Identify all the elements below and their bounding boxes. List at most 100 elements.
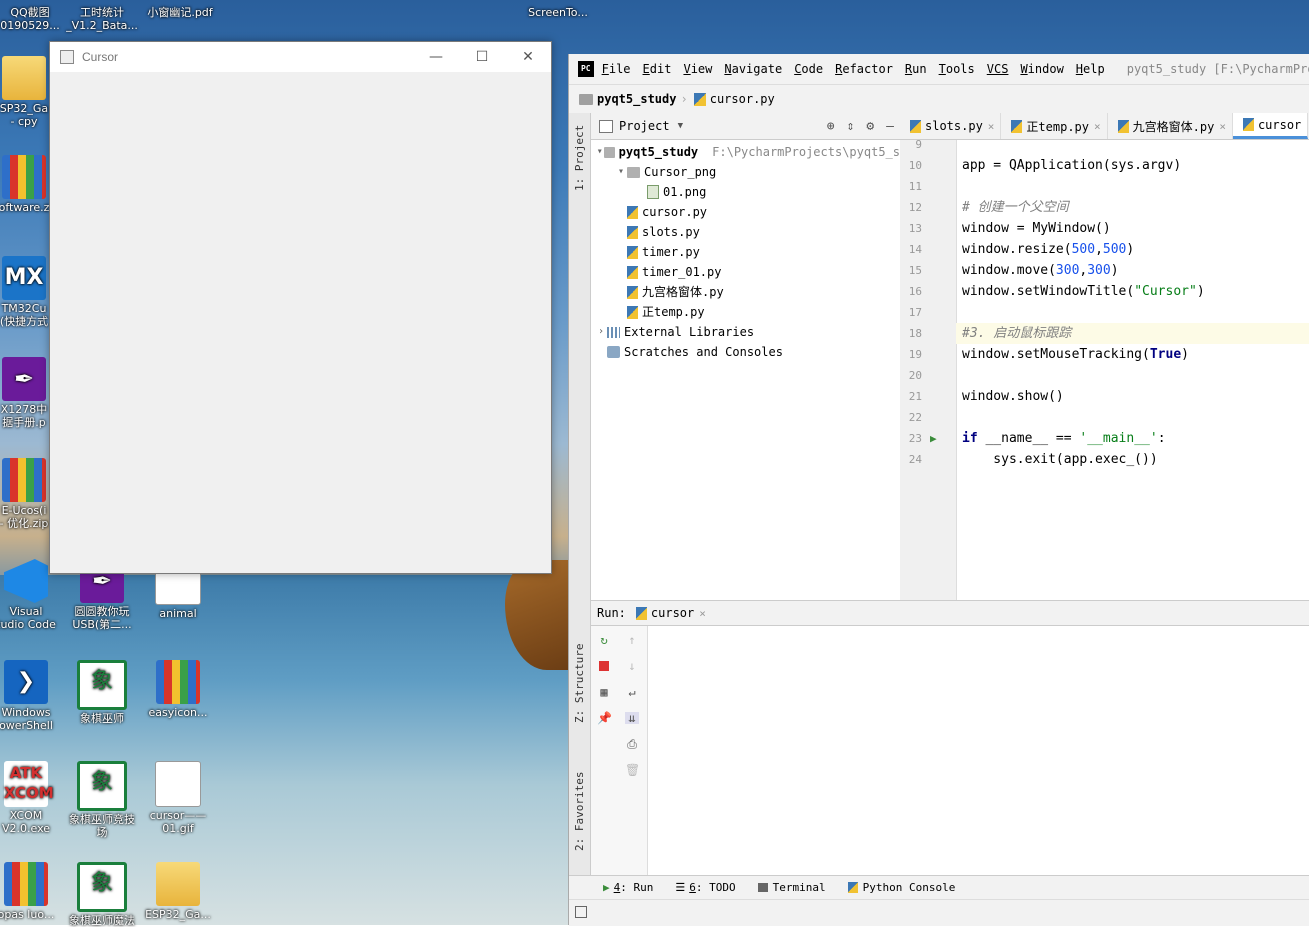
menu-refactor[interactable]: Refactor (835, 62, 893, 76)
cursor-window-client-area[interactable] (50, 72, 551, 572)
tree-item[interactable]: 01.png (591, 182, 900, 202)
editor-tab[interactable]: 九宫格窗体.py × (1108, 113, 1233, 139)
collapse-all-icon[interactable]: ⇕ (847, 119, 855, 134)
menu-window[interactable]: Window (1020, 62, 1063, 76)
desktop-icon-opas-zip[interactable]: opas luo... (0, 862, 62, 921)
toggle-tool-windows-icon[interactable] (575, 906, 587, 918)
trash-icon[interactable]: 🗑 (625, 764, 640, 776)
tool-tab-python-console[interactable]: Python Console (847, 881, 955, 894)
layout-icon[interactable]: ▦ (597, 686, 611, 698)
desktop-icon-xiangqi-arena[interactable]: 象 象棋巫师竞技 场 (66, 761, 138, 839)
code-line[interactable]: window.show() (962, 386, 1064, 407)
code-line[interactable]: app = QApplication(sys.argv) (962, 155, 1181, 176)
desktop-icon-cursor-gif[interactable]: cursor—— 01.gif (142, 761, 214, 835)
arrow-up-icon[interactable]: ↑ (625, 634, 639, 646)
code-token: window = MyWindow() (962, 221, 1111, 236)
run-tab-cursor[interactable]: cursor × (626, 600, 712, 626)
menu-file[interactable]: File (602, 62, 631, 76)
menu-tools[interactable]: Tools (939, 62, 975, 76)
desktop-icon-timesheet[interactable]: 工时统计 _V1.2_Bata... (66, 6, 138, 32)
desktop-icon-powershell[interactable]: ❯ Windows owerShell (0, 660, 62, 732)
close-icon[interactable]: × (1094, 120, 1101, 133)
chevron-down-icon[interactable]: ▼ (678, 121, 683, 131)
tree-item[interactable]: cursor.py (591, 202, 900, 222)
tool-tab-terminal[interactable]: Terminal (757, 881, 826, 894)
code-line[interactable]: window.resize(500,500) (962, 239, 1134, 260)
desktop-icon-xcom[interactable]: ATK XCOM XCOM V2.0.exe (0, 761, 62, 835)
menu-help[interactable]: Help (1076, 62, 1105, 76)
rerun-icon[interactable]: ↻ (597, 634, 611, 646)
minimize-button[interactable]: — (413, 42, 459, 72)
tree-item-label: 正temp.py (642, 305, 705, 319)
code-line[interactable]: window.setWindowTitle("Cursor") (962, 281, 1205, 302)
project-view-selector[interactable]: Project (619, 119, 670, 133)
pin-icon[interactable]: 📌 (597, 712, 612, 724)
tree-item[interactable]: 九宫格窗体.py (591, 282, 900, 302)
desktop-icon-screento[interactable]: ScreenTo... (522, 6, 594, 19)
tree-item[interactable]: ▾ Cursor_png (591, 162, 900, 182)
arrow-down-icon[interactable]: ↓ (625, 660, 639, 672)
structure-tool-tab[interactable]: Z: Structure (573, 633, 586, 723)
pycharm-window[interactable]: PC File Edit View Navigate Code Refactor… (568, 54, 1309, 926)
code-line[interactable]: sys.exit(app.exec_()) (962, 449, 1157, 470)
tree-item[interactable]: timer_01.py (591, 262, 900, 282)
tree-item[interactable]: ▾ pyqt5_study F:\PycharmProjects\pyqt5_s (591, 142, 900, 162)
breadcrumb-file[interactable]: cursor.py (710, 92, 775, 106)
project-tool-tab[interactable]: 1: Project (573, 121, 586, 191)
cursor-window-titlebar[interactable]: Cursor — ☐ ✕ (50, 42, 551, 72)
menu-edit[interactable]: Edit (643, 62, 672, 76)
desktop-icon-pdf[interactable]: 小窗幽记.pdf (140, 6, 220, 19)
tree-item[interactable]: › External Libraries (591, 322, 900, 342)
tree-item[interactable]: Scratches and Consoles (591, 342, 900, 362)
desktop-icon-easyicon[interactable]: easyicon... (142, 660, 214, 719)
menu-view[interactable]: View (683, 62, 712, 76)
desktop-icon-qq-screenshot[interactable]: QQ截图 0190529... (0, 6, 66, 32)
menu-run[interactable]: Run (905, 62, 927, 76)
code-line[interactable]: # 创建一个父空间 (962, 197, 1069, 218)
breadcrumb-project[interactable]: pyqt5_study (597, 92, 676, 106)
favorites-tool-tab[interactable]: 2: Favorites (573, 761, 586, 851)
locate-icon[interactable]: ⊕ (827, 119, 835, 134)
chevron-icon[interactable]: ▾ (595, 142, 604, 162)
desktop-icon-label: XCOM (9, 809, 43, 822)
chevron-icon[interactable]: ▾ (615, 162, 627, 182)
cursor-window[interactable]: Cursor — ☐ ✕ (49, 41, 552, 574)
desktop-icon-esp32-folder-2[interactable]: ESP32_Ga... (142, 862, 214, 921)
tree-item[interactable]: 正temp.py (591, 302, 900, 322)
folder-icon (2, 56, 46, 100)
close-icon[interactable]: × (699, 607, 706, 620)
gear-icon[interactable]: ⚙ (866, 119, 874, 134)
editor-tab[interactable]: 正temp.py × (1001, 113, 1108, 139)
maximize-button[interactable]: ☐ (459, 42, 505, 72)
project-panel-header: Project ▼ ⊕ ⇕ ⚙ — (591, 113, 900, 140)
code-line[interactable]: window = MyWindow() (962, 218, 1111, 239)
menu-label: un (912, 62, 927, 76)
desktop-icon-xiangqi-magic[interactable]: 象 象棋巫师魔法 (66, 862, 138, 927)
close-button[interactable]: ✕ (505, 42, 551, 72)
close-icon[interactable]: × (1219, 120, 1226, 133)
editor-tab[interactable]: cursor (1232, 113, 1309, 139)
scroll-to-end-icon[interactable]: ⇊ (625, 712, 639, 724)
code-token: '__main__' (1079, 431, 1158, 446)
tree-item[interactable]: timer.py (591, 242, 900, 262)
soft-wrap-icon[interactable]: ↵ (625, 686, 639, 698)
hide-icon[interactable]: — (886, 119, 894, 134)
chevron-icon[interactable]: › (595, 322, 607, 342)
tree-item[interactable]: slots.py (591, 222, 900, 242)
print-icon[interactable]: ⎙ (625, 738, 639, 750)
run-gutter-icon[interactable]: ▶ (930, 432, 937, 445)
code-line[interactable]: #3. 启动鼠标跟踪 (962, 323, 1071, 344)
code-line[interactable]: window.setMouseTracking(True) (962, 344, 1189, 365)
menu-vcs[interactable]: VCS (987, 62, 1009, 76)
menu-navigate[interactable]: Navigate (724, 62, 782, 76)
editor-tab[interactable]: slots.py × (900, 113, 1002, 139)
code-line[interactable]: window.move(300,300) (962, 260, 1119, 281)
editor-area[interactable]: slots.py × 正temp.py × 九宫格窗体.py × cursor 9 10 app… (900, 113, 1309, 600)
desktop-icon-xiangqi[interactable]: 象 象棋巫师 (66, 660, 138, 725)
close-icon[interactable]: × (988, 120, 995, 133)
tool-tab-todo[interactable]: ☰ 6: TODO (675, 881, 735, 894)
stop-icon[interactable] (597, 660, 611, 672)
tool-tab-run[interactable]: ▶ 4: Run (603, 881, 653, 894)
code-line[interactable]: if __name__ == '__main__': (962, 428, 1166, 449)
menu-code[interactable]: Code (794, 62, 823, 76)
